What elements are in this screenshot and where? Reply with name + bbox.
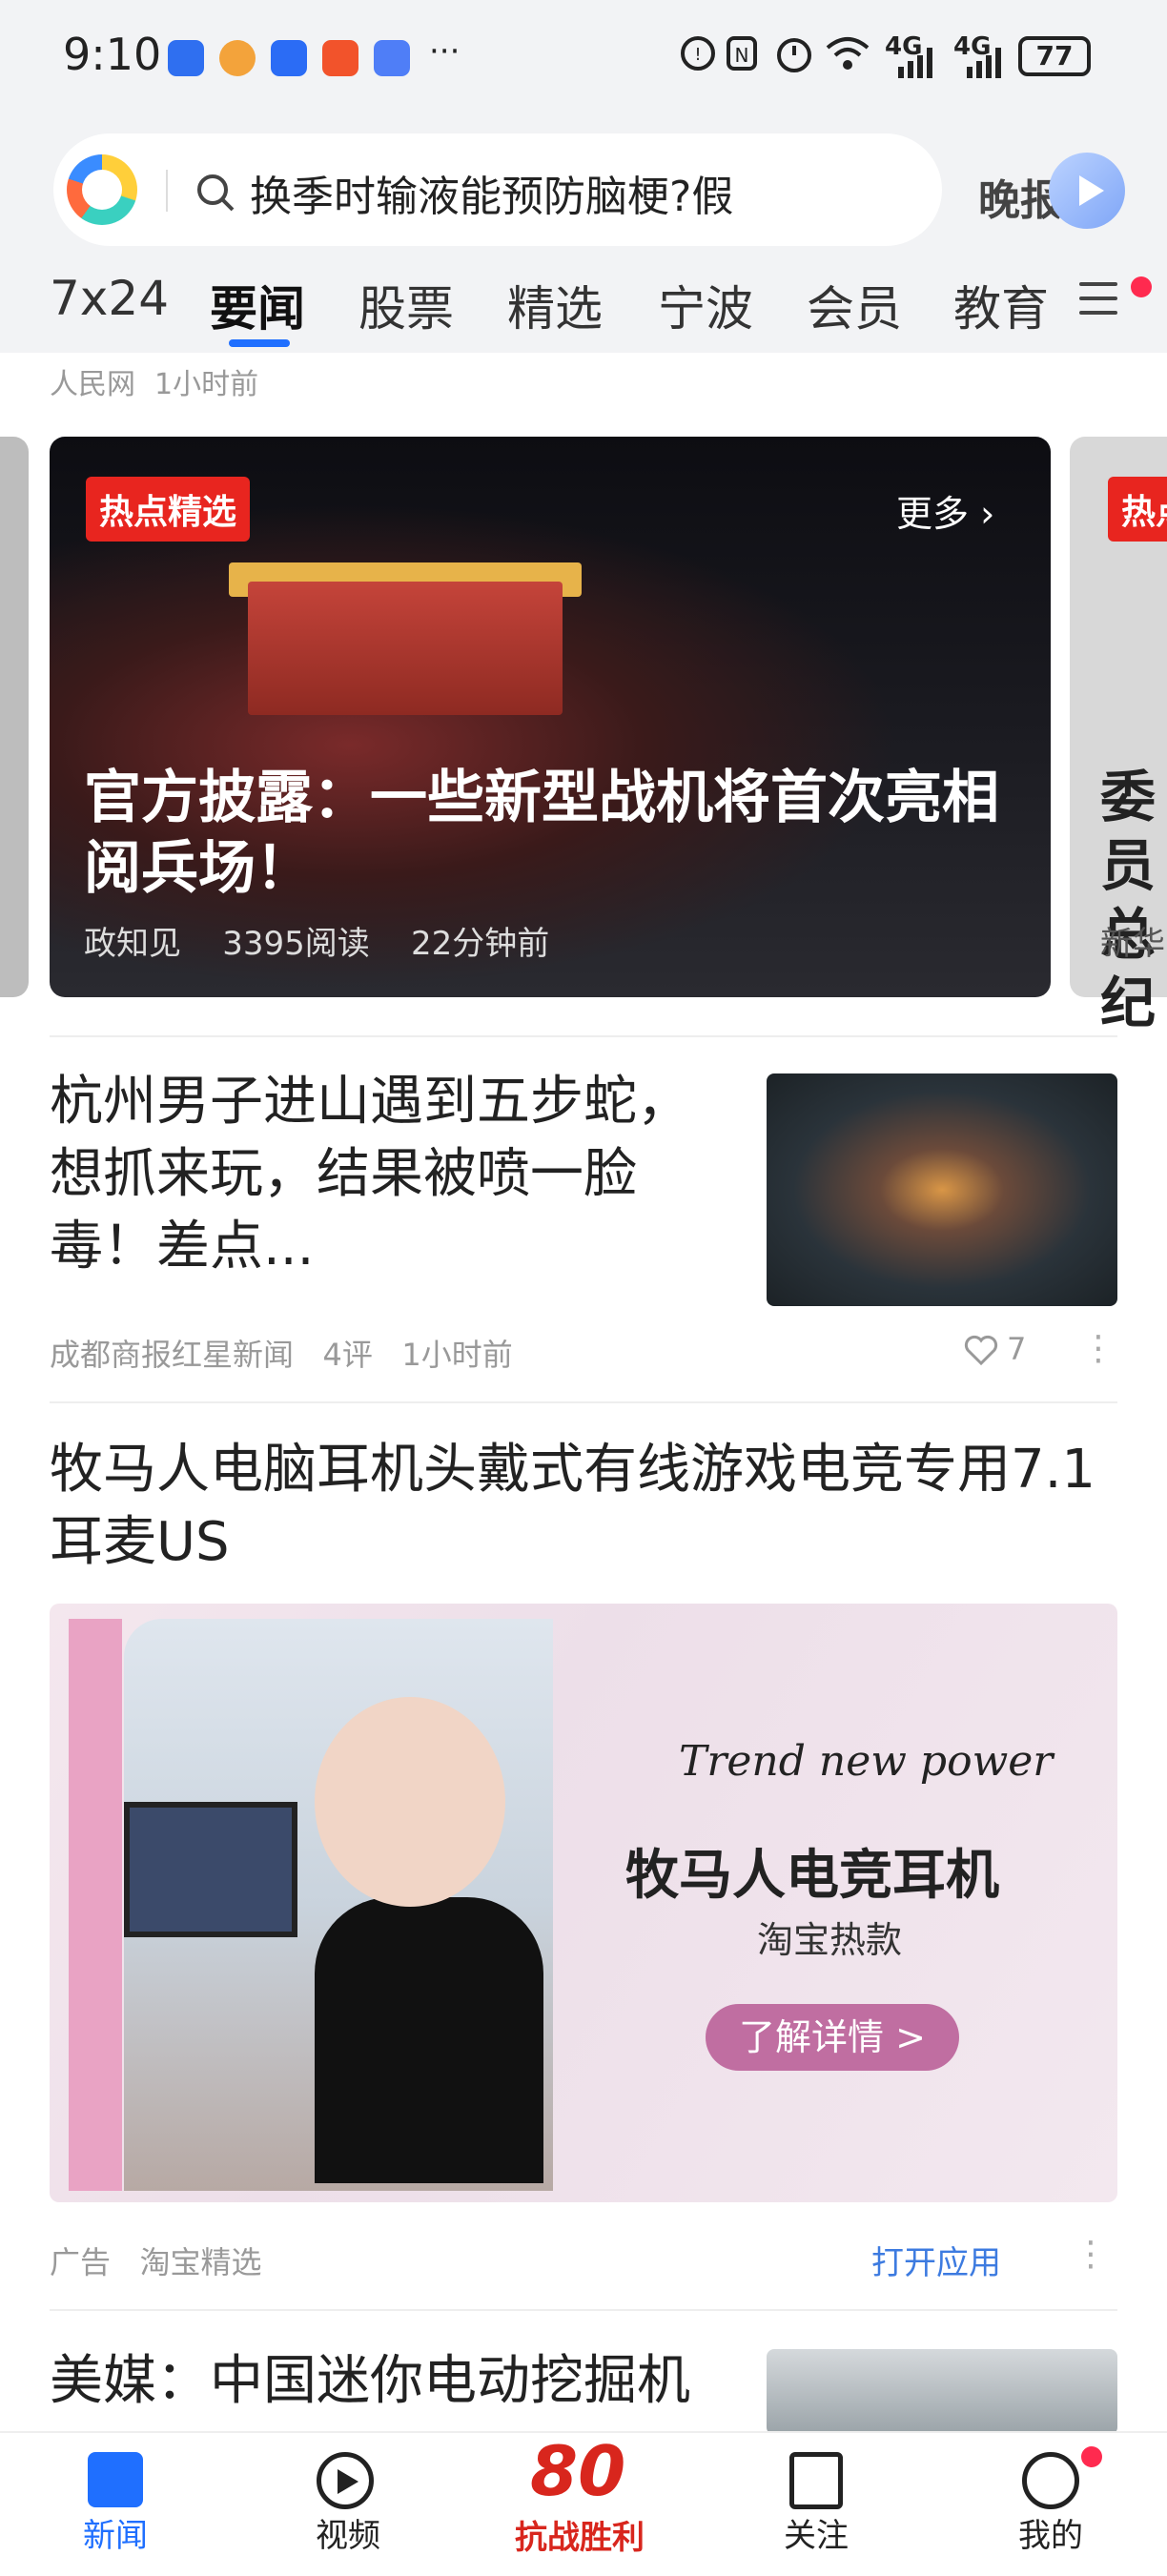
more-label: 更多 xyxy=(896,493,970,535)
menu-badge-dot xyxy=(1131,276,1152,297)
next-card-tag: 热点精选 xyxy=(1108,477,1167,542)
tab-7x24[interactable]: 7x24 xyxy=(50,271,169,326)
more-notifications-icon: ··· xyxy=(429,32,461,71)
svg-text:N: N xyxy=(735,44,749,67)
ad-person-head xyxy=(315,1697,505,1907)
search-divider xyxy=(166,170,168,212)
battery-icon: 77 xyxy=(1018,36,1091,76)
next-card-title: 委员总纪 xyxy=(1100,765,1157,1035)
ad-image-stripe xyxy=(69,1619,122,2191)
chevron-right-icon: › xyxy=(980,493,995,535)
prev-item-source: 人民网 xyxy=(50,368,135,401)
news-icon[interactable] xyxy=(88,2452,143,2507)
news-meta: 成都商报红星新闻 4评 1小时前 xyxy=(50,1331,513,1375)
victory-80-badge[interactable]: 80 xyxy=(530,2431,625,2511)
search-hint-text[interactable]: 换季时输液能预防脑梗?假 xyxy=(250,162,733,223)
status-time: 9:10 xyxy=(63,29,162,80)
news-comments: 4评 xyxy=(322,1337,373,1373)
more-icon[interactable]: ⋮ xyxy=(1081,1329,1116,1368)
nav-follow[interactable]: 关注 xyxy=(740,2509,892,2556)
nfc-icon: N xyxy=(727,36,757,71)
news-title[interactable]: 杭州男子进山遇到五步蛇，想抓来玩，结果被喷一脸毒！差点... xyxy=(50,1066,723,1283)
ad-label: 广告 xyxy=(50,2244,112,2280)
news-source: 成都商报红星新闻 xyxy=(50,1337,295,1373)
carousel-card-prev[interactable] xyxy=(0,437,29,997)
nav-video[interactable]: 视频 xyxy=(272,2509,424,2556)
tab-member[interactable]: 会员 xyxy=(807,271,902,339)
follow-icon[interactable] xyxy=(789,2452,843,2509)
app-logo-inner xyxy=(82,170,122,210)
news-time: 1小时前 xyxy=(401,1337,513,1373)
play-triangle-icon xyxy=(1079,175,1104,206)
separator xyxy=(50,1401,1117,1403)
battery-level: 77 xyxy=(1035,40,1074,72)
active-tab-indicator xyxy=(229,339,290,347)
open-app-button[interactable]: 打开应用 xyxy=(871,2237,1001,2283)
me-badge-dot xyxy=(1081,2446,1102,2467)
search-icon[interactable] xyxy=(194,172,236,214)
ad-headline: 牧马人电竞耳机 xyxy=(625,1845,999,1907)
ad-person-body xyxy=(315,1897,543,2183)
app-icon-2 xyxy=(219,40,256,76)
app-icon-5 xyxy=(374,40,410,76)
ad-subtitle: 淘宝热款 xyxy=(757,1919,903,1961)
carousel-title[interactable]: 官方披露：一些新型战机将首次亮相阅兵场！ xyxy=(84,763,1018,904)
news-likes: 7 xyxy=(1007,1331,1027,1367)
hot-picks-tag: 热点精选 xyxy=(86,477,251,542)
alarm-icon xyxy=(777,38,811,72)
heart-icon[interactable] xyxy=(963,1333,999,1367)
app-icon-3 xyxy=(271,40,307,76)
cell-2-bars-icon xyxy=(967,48,1001,78)
carousel-reads: 3395阅读 xyxy=(222,925,370,963)
carousel-image-gate xyxy=(248,582,563,715)
tab-ningbo[interactable]: 宁波 xyxy=(658,271,753,339)
news-thumbnail[interactable] xyxy=(767,1073,1117,1306)
prev-item-time: 1小时前 xyxy=(154,368,259,401)
carousel-source: 政知见 xyxy=(84,925,181,963)
carousel-time: 22分钟前 xyxy=(411,925,550,963)
nav-victory[interactable]: 抗战胜利 xyxy=(515,2511,645,2558)
wifi-icon xyxy=(826,37,870,70)
next-news-title[interactable]: 美媒：中国迷你电动挖掘机 xyxy=(50,2345,736,2418)
separator xyxy=(50,1035,1117,1037)
nav-me[interactable]: 我的 xyxy=(974,2509,1127,2556)
more-link[interactable]: 更多 › xyxy=(896,484,994,537)
ad-source: 淘宝精选 xyxy=(139,2244,262,2280)
ad-monitor xyxy=(124,1802,297,1937)
carousel-meta: 政知见 3395阅读 22分钟前 xyxy=(84,917,549,964)
nav-news[interactable]: 新闻 xyxy=(39,2509,192,2556)
separator xyxy=(50,2309,1117,2311)
tab-education[interactable]: 教育 xyxy=(953,271,1053,339)
cell-1-bars-icon xyxy=(898,48,932,78)
tab-stocks[interactable]: 股票 xyxy=(358,271,454,339)
tab-selected[interactable]: 精选 xyxy=(507,271,603,339)
app-icon-1 xyxy=(168,40,204,76)
video-play-icon xyxy=(338,2469,358,2494)
ad-title[interactable]: 牧马人电脑耳机头戴式有线游戏电竞专用7.1耳麦US xyxy=(50,1434,1117,1579)
ad-meta: 广告 淘宝精选 xyxy=(50,2239,262,2282)
menu-icon[interactable] xyxy=(1079,282,1117,325)
me-icon[interactable] xyxy=(1022,2452,1079,2509)
svg-text:!: ! xyxy=(694,45,701,65)
more-icon[interactable]: ⋮ xyxy=(1074,2235,1108,2274)
app-icon-4 xyxy=(322,40,358,76)
ad-trend-text: Trend new power xyxy=(679,1737,1054,1786)
next-news-thumbnail[interactable] xyxy=(767,2349,1117,2435)
next-card-source: 新华 xyxy=(1100,925,1165,963)
tab-top-news[interactable]: 要闻 xyxy=(210,271,305,339)
ad-learn-more-button[interactable]: 了解详情 > xyxy=(706,2004,959,2071)
signal-icon: ! xyxy=(681,36,715,71)
